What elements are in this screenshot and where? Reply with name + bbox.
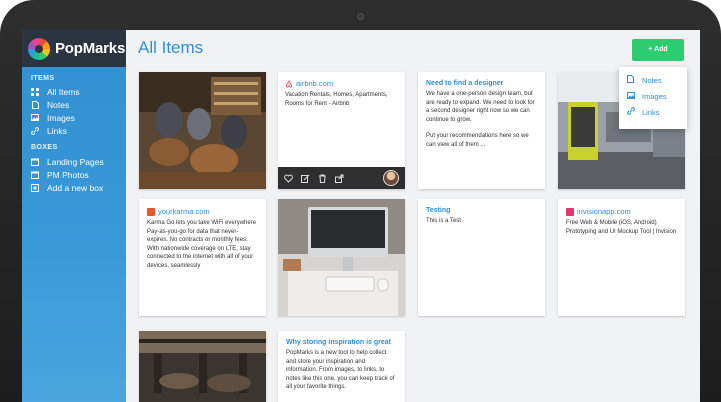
add-menu-label: Notes (642, 75, 662, 85)
card-source[interactable]: yourkarma.com (147, 207, 258, 216)
add-button[interactable]: + Add (632, 39, 684, 61)
invision-icon (566, 207, 574, 216)
heart-icon[interactable] (284, 174, 293, 183)
sidebar-box-label: Add a new box (47, 182, 104, 193)
sidebar-add-box[interactable]: Add a new box (22, 181, 126, 194)
add-menu-item-links[interactable]: Links (627, 104, 687, 120)
sidebar-item-notes[interactable]: Notes (22, 98, 126, 111)
note-card-designer[interactable]: Need to find a designer We have a one-pe… (418, 72, 545, 189)
card-source[interactable]: airbnb.com (285, 79, 398, 88)
desk-photo (278, 199, 405, 316)
card-source-label: invisionapp.com (577, 207, 631, 216)
link-card-yourkarma[interactable]: yourkarma.com Karma Go lets you take WiF… (139, 199, 266, 316)
card-text: Free Web & Mobile (iOS, Android) Prototy… (566, 220, 677, 235)
note-icon (31, 100, 39, 109)
image-card-restaurant[interactable] (139, 331, 266, 402)
restaurant-photo (139, 331, 266, 402)
card-title: Testing (426, 207, 451, 214)
add-menu-label: Images (642, 91, 667, 101)
link-card-airbnb[interactable]: airbnb.com Vacation Rentals, Homes, Apar… (278, 72, 405, 189)
add-menu-item-images[interactable]: Images (627, 88, 687, 104)
sidebar-item-all-items[interactable]: All Items (22, 85, 126, 98)
yourkarma-icon (147, 207, 155, 216)
card-title: Need to find a designer (426, 80, 504, 87)
sidebar-box-label: Landing Pages (47, 156, 104, 167)
card-source-label: yourkarma.com (158, 207, 210, 216)
card-text: This is a Test (426, 218, 461, 224)
card-toolbar (278, 167, 405, 189)
avatar[interactable] (383, 170, 399, 186)
link-card-invision[interactable]: invisionapp.com Free Web & Mobile (iOS, … (558, 199, 685, 316)
app-screen: PopMarks ITEMS All Items Notes Images Li… (22, 30, 700, 402)
link-icon (627, 107, 636, 117)
items-heading: ITEMS (31, 75, 55, 82)
sidebar-item-label: Images (47, 112, 75, 123)
box-icon (31, 171, 39, 179)
main-content: All Items + Add airbnb.com Vacation Rent… (126, 30, 700, 402)
sidebar: PopMarks ITEMS All Items Notes Images Li… (22, 30, 126, 402)
sidebar-box-label: PM Photos (47, 169, 89, 180)
box-icon (31, 158, 39, 166)
share-icon[interactable] (335, 174, 344, 183)
image-card-bar[interactable] (139, 72, 266, 189)
camera-dot (357, 13, 364, 20)
note-icon (627, 75, 636, 85)
page-title: All Items (138, 38, 204, 57)
card-text: Put your recommendations here so we can … (426, 133, 529, 148)
device-frame: PopMarks ITEMS All Items Notes Images Li… (0, 0, 721, 402)
add-menu-label: Links (642, 107, 660, 117)
edit-icon[interactable] (301, 174, 310, 183)
grid-icon (31, 87, 39, 96)
sidebar-item-links[interactable]: Links (22, 124, 126, 137)
boxes-heading: BOXES (31, 144, 58, 151)
card-text: We have a one-person design team, but ar… (426, 91, 535, 123)
link-icon (31, 126, 39, 135)
note-card-testing[interactable]: Testing This is a Test (418, 199, 545, 316)
card-title: Why storing inspiration is great (286, 339, 392, 346)
image-icon (31, 114, 39, 122)
plus-box-icon (31, 183, 39, 192)
airbnb-icon (285, 79, 293, 88)
sidebar-item-label: Notes (47, 99, 70, 110)
image-card-desk[interactable] (278, 199, 405, 316)
add-menu-item-notes[interactable]: Notes (627, 72, 687, 88)
bar-photo (139, 72, 266, 189)
card-source-label: airbnb.com (296, 79, 334, 88)
trash-icon[interactable] (318, 174, 327, 183)
sidebar-box-landing-pages[interactable]: Landing Pages (22, 155, 126, 168)
add-menu: Notes Images Links (619, 67, 687, 129)
sidebar-item-images[interactable]: Images (22, 111, 126, 124)
card-source[interactable]: invisionapp.com (566, 207, 677, 216)
card-text: PopMarks is a new tool to help collect a… (286, 350, 395, 391)
sidebar-item-label: Links (47, 125, 67, 136)
note-card-inspiration[interactable]: Why storing inspiration is great PopMark… (278, 331, 405, 402)
brand-bar[interactable]: PopMarks (22, 30, 126, 67)
image-icon (627, 91, 636, 101)
card-text: Vacation Rentals, Homes, Apartments, Roo… (285, 92, 388, 107)
sidebar-box-pm-photos[interactable]: PM Photos (22, 168, 126, 181)
brand-name: PopMarks (55, 40, 126, 57)
sidebar-item-label: All Items (47, 86, 80, 97)
card-text: Karma Go lets you take WiFi everywhere P… (147, 220, 257, 269)
popmarks-logo-icon (28, 37, 50, 60)
